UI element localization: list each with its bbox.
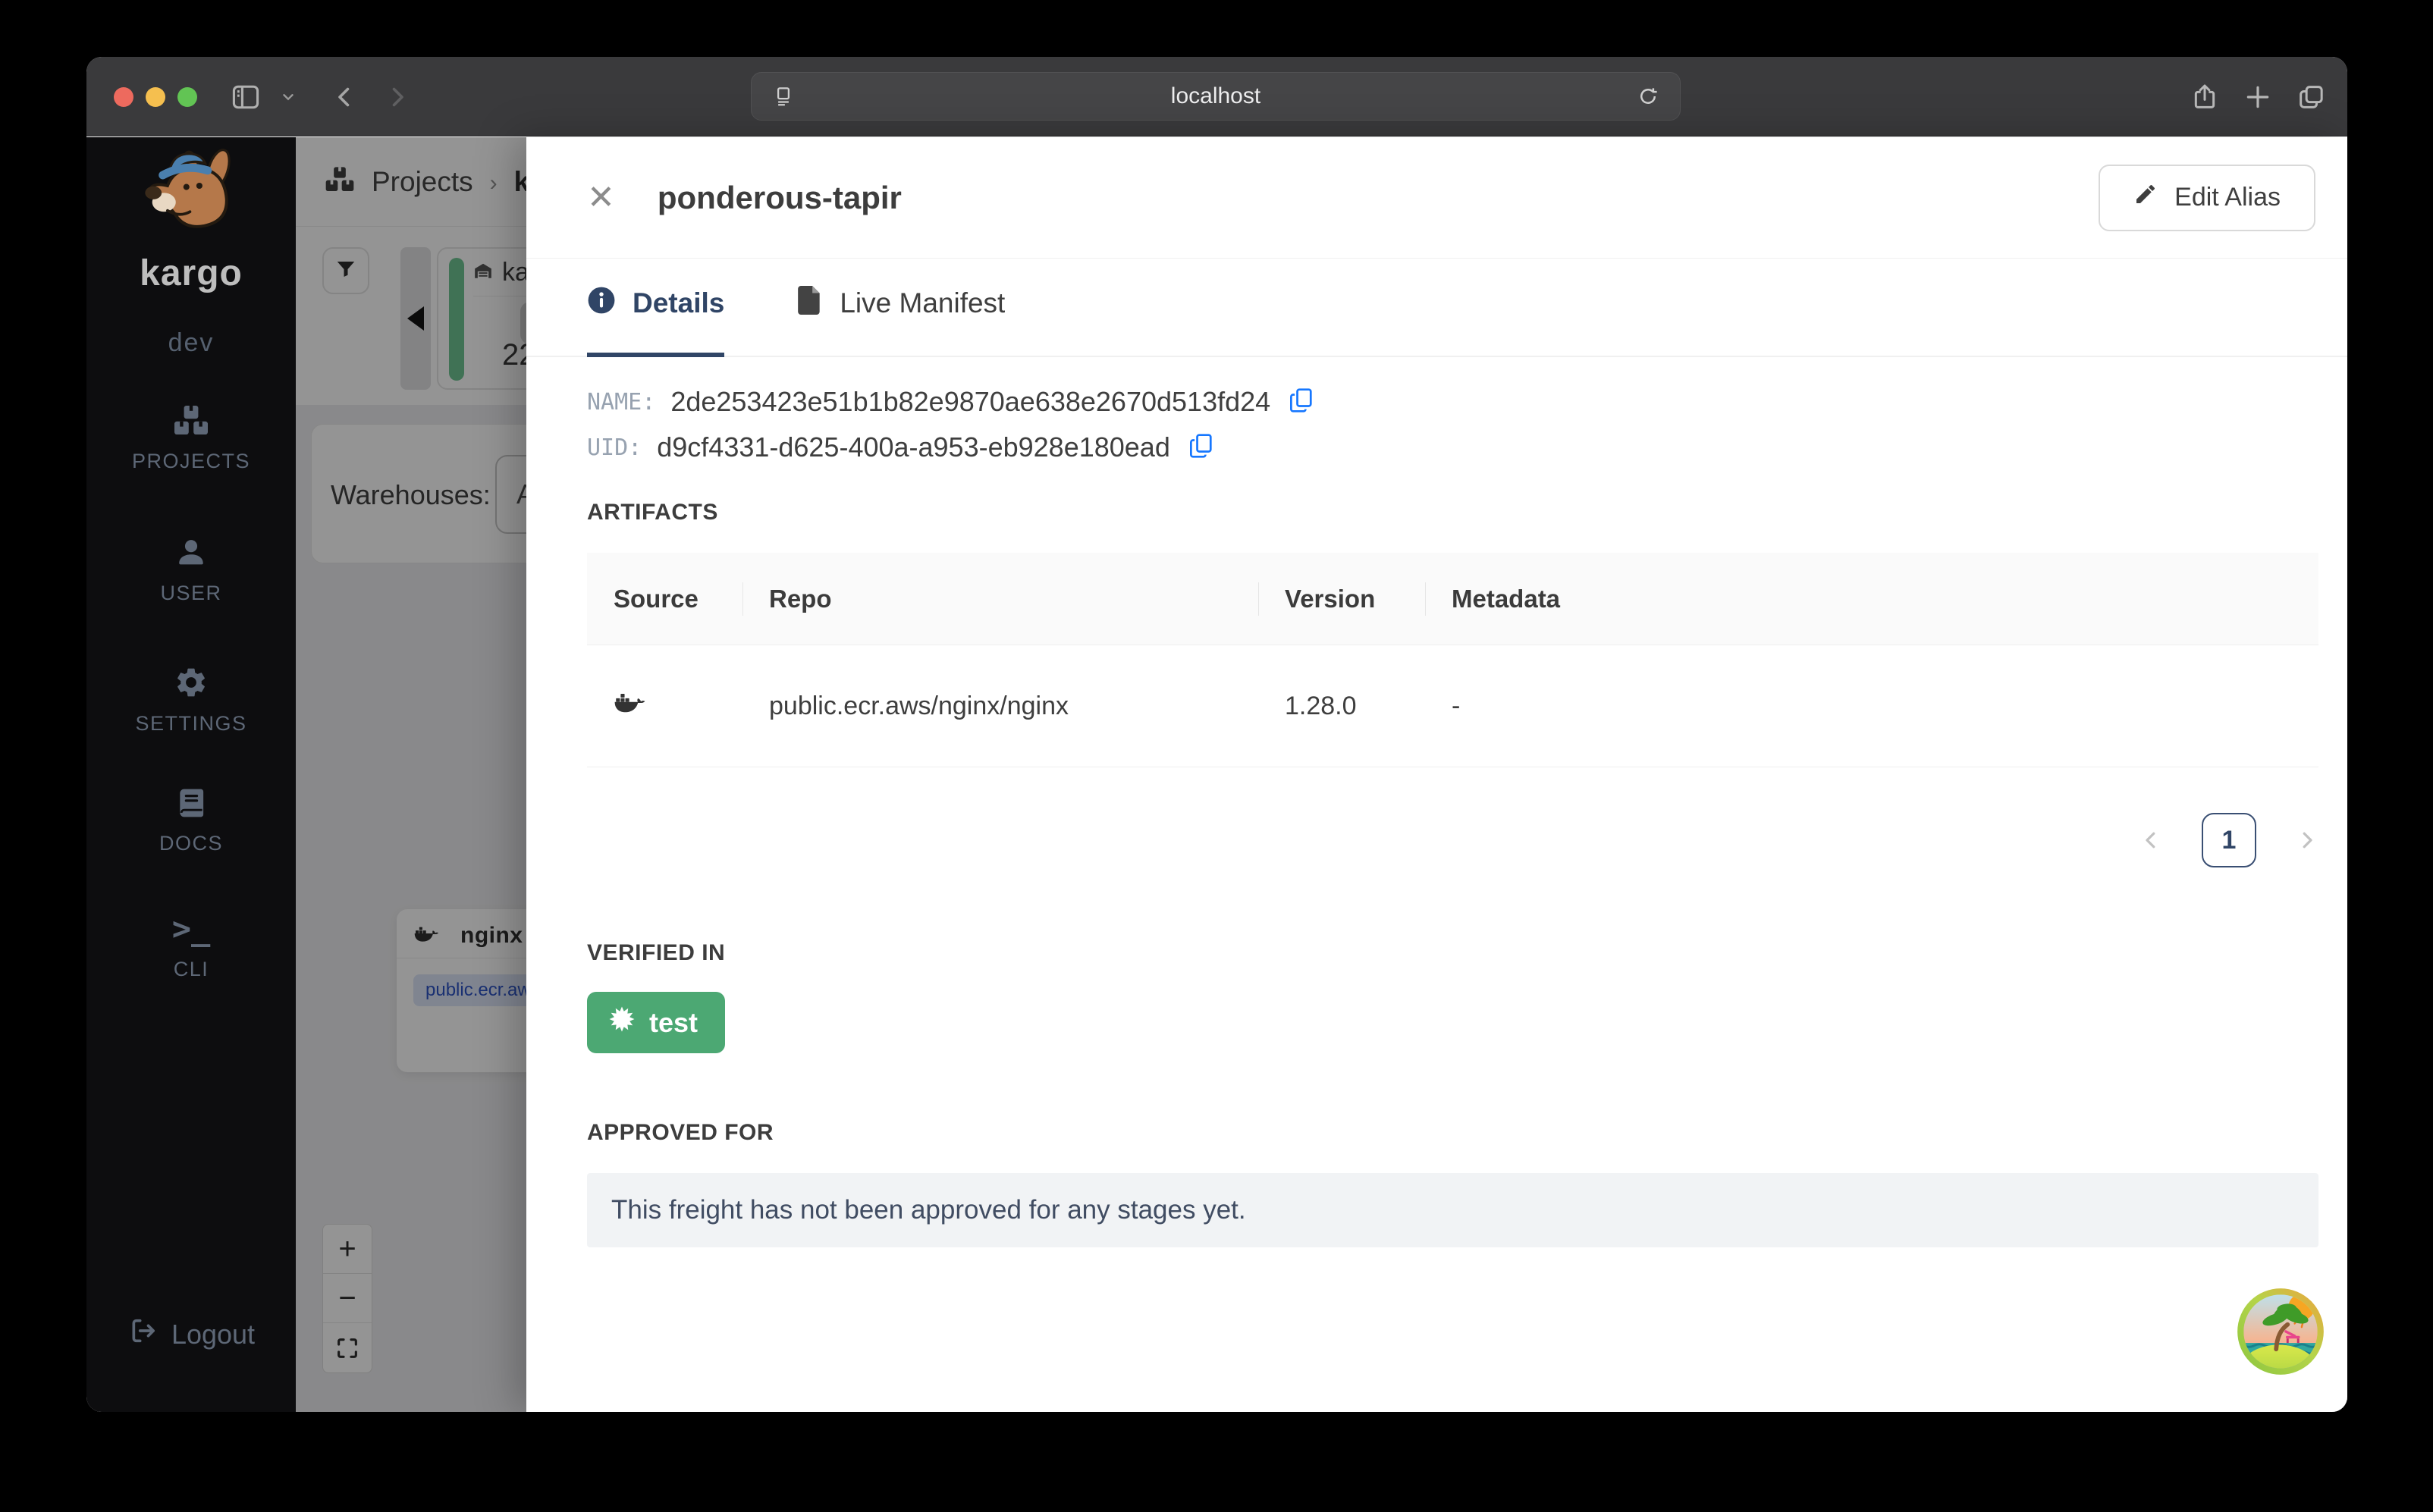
pencil-icon [2133,182,2158,213]
reader-icon[interactable] [765,78,802,114]
kargo-wordmark: kargo [140,253,243,293]
sidebar-item-label: CLI [173,958,209,980]
verified-in-heading: VERIFIED IN [587,940,726,965]
boxes-icon [173,404,209,438]
edit-alias-label: Edit Alias [2174,183,2281,212]
browser-titlebar: localhost [86,57,2347,136]
close-icon[interactable]: ✕ [587,180,615,215]
table-pagination: 1 [587,813,2318,867]
env-tag: dev [168,328,215,357]
metadata-cell: - [1452,691,1461,720]
approved-for-heading: APPROVED FOR [587,1120,774,1145]
url-text: localhost [1170,83,1261,108]
next-page-button[interactable] [2296,829,2318,852]
copy-icon[interactable] [1290,387,1313,417]
tab-overview-icon[interactable] [2293,79,2329,115]
uid-label: UID: [587,434,642,461]
new-tab-icon[interactable] [2240,79,2276,115]
stage-badge-test[interactable]: test [587,992,726,1053]
island-fab-button[interactable] [2237,1288,2325,1376]
page-number[interactable]: 1 [2202,813,2256,867]
uid-value: d9cf4331-d625-400a-a953-eb928e180ead [657,431,1170,463]
freight-details-drawer: ✕ ponderous-tapir Edit Alias Details Liv… [526,137,2347,1412]
col-source: Source [614,584,699,613]
logout-label: Logout [171,1318,256,1350]
col-metadata: Metadata [1425,553,2318,645]
repo-cell: public.ecr.aws/nginx/nginx [769,691,1069,720]
tab-live-manifest[interactable]: Live Manifest [797,259,1005,357]
copy-icon[interactable] [1189,433,1213,463]
field-name: NAME: 2de253423e51b1b82e9870ae638e2670d5… [587,386,2315,418]
forward-button[interactable] [379,79,416,115]
field-uid: UID: d9cf4331-d625-400a-a953-eb928e180ea… [587,431,2315,463]
certificate-icon [608,1005,636,1040]
version-cell: 1.28.0 [1285,691,1357,720]
file-icon [797,285,823,322]
col-version: Version [1258,553,1425,645]
close-window-button[interactable] [114,87,133,107]
sidebar-item-label: PROJECTS [131,450,251,472]
fullscreen-window-button[interactable] [177,87,197,107]
back-button[interactable] [326,79,363,115]
sidebar-item-settings[interactable]: SETTINGS [86,665,296,736]
prev-page-button[interactable] [2139,829,2162,852]
drawer-tabs: Details Live Manifest [526,259,2347,357]
sidebar-item-label: USER [160,582,222,604]
sidebar-item-user[interactable]: USER [86,536,296,605]
address-bar[interactable]: localhost [751,72,1681,121]
gear-icon [174,665,209,700]
artifacts-heading: ARTIFACTS [587,500,718,525]
approved-for-empty-message: This freight has not been approved for a… [587,1173,2318,1247]
stage-badge-label: test [649,1006,699,1038]
table-row: public.ecr.aws/nginx/nginx 1.28.0 - [587,645,2318,767]
info-icon [587,286,616,322]
name-label: NAME: [587,388,656,416]
kargo-logo [132,143,250,253]
edit-alias-button[interactable]: Edit Alias [2099,164,2315,231]
tab-label: Live Manifest [840,287,1006,318]
logout-icon [127,1316,158,1353]
sidebar-item-label: SETTINGS [135,712,247,735]
app-sidebar: kargo dev PROJECTS USER SETTINGS DOCS >_… [86,137,296,1412]
table-header-row: Source Repo Version Metadata [587,553,2318,645]
col-repo: Repo [742,553,1258,645]
sidebar-toggle-icon[interactable] [228,79,264,115]
terminal-icon: >_ [171,910,211,947]
tab-label: Details [633,287,725,318]
sidebar-item-label: DOCS [159,832,223,855]
sidebar-item-cli[interactable]: >_ CLI [86,912,296,981]
freight-alias-title: ponderous-tapir [657,179,902,215]
book-icon [174,786,208,820]
sidebar-chevron-down-icon[interactable] [270,79,306,115]
artifacts-table: Source Repo Version Metadata public.ecr.… [587,553,2318,767]
docker-icon [614,689,645,723]
minimize-window-button[interactable] [146,87,165,107]
browser-window: localhost kargo dev PROJECTS USER SETTIN… [86,57,2347,1412]
name-value: 2de253423e51b1b82e9870ae638e2670d513fd24 [670,386,1271,417]
sidebar-item-projects[interactable]: PROJECTS [86,404,296,473]
source-cell [587,645,742,767]
user-icon [174,536,208,569]
sidebar-item-docs[interactable]: DOCS [86,786,296,855]
logout-button[interactable]: Logout [86,1316,296,1353]
share-icon[interactable] [2187,79,2223,115]
tab-details[interactable]: Details [587,259,725,357]
reload-icon[interactable] [1630,78,1666,114]
